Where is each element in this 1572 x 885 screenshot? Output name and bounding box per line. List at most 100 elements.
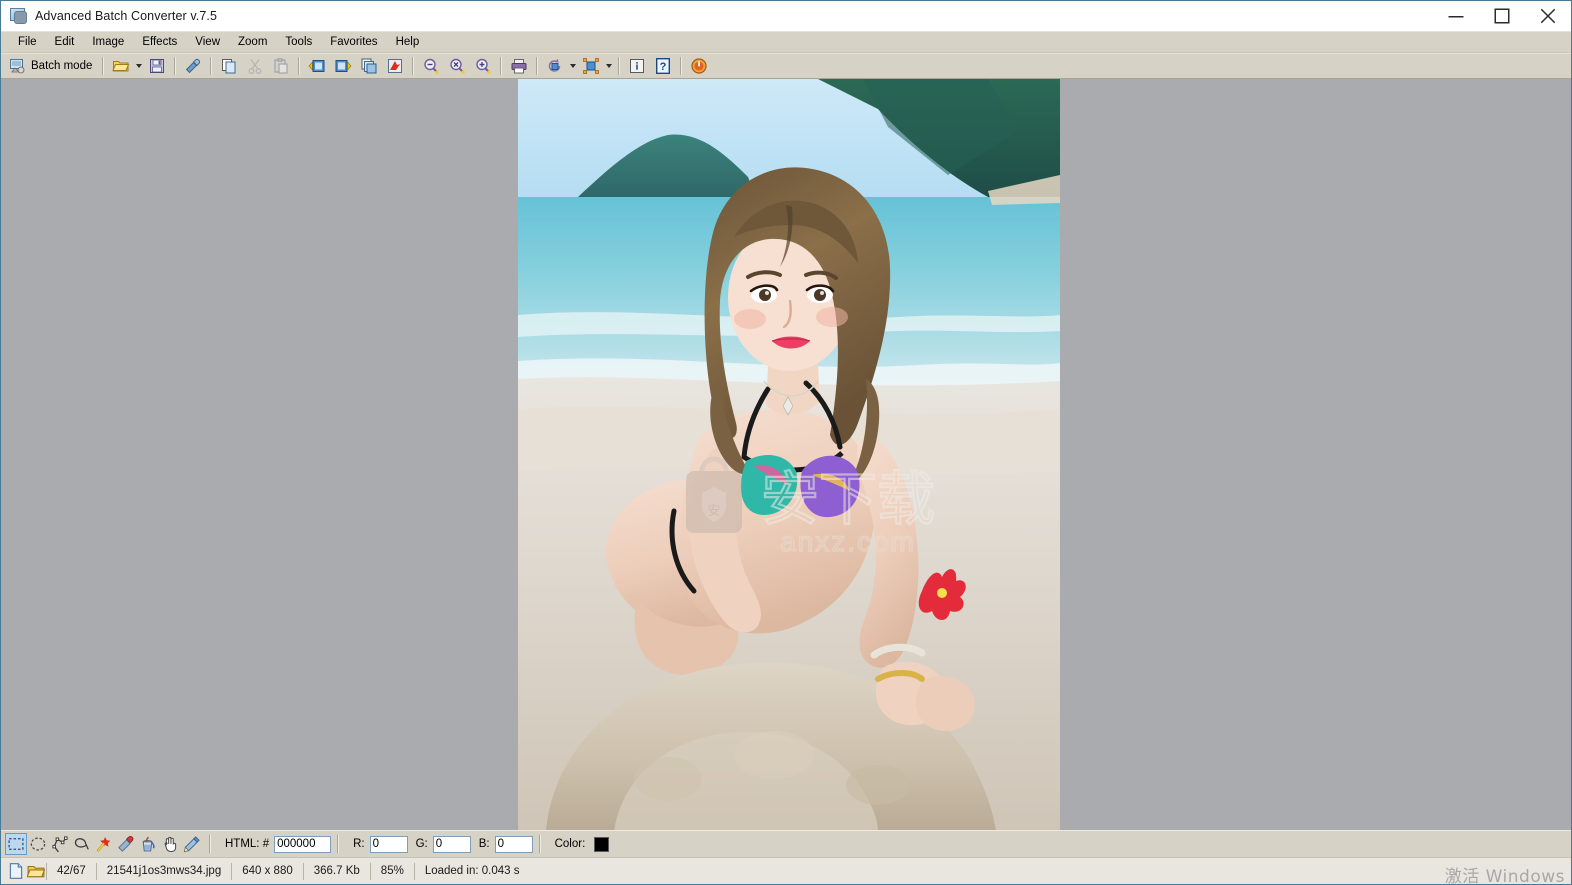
colorbar-separator: [538, 835, 541, 853]
window-controls: [1433, 1, 1571, 31]
batch-mode-button[interactable]: Batch mode: [5, 54, 98, 78]
red-label: R:: [353, 838, 365, 850]
open-button[interactable]: [108, 54, 134, 78]
duplicate-button[interactable]: [356, 54, 382, 78]
menu-view[interactable]: View: [186, 33, 229, 51]
toolbar-separator: [680, 56, 683, 75]
new-file-button[interactable]: [6, 861, 26, 881]
minimize-button[interactable]: [1433, 1, 1479, 31]
polygon-select-icon: [52, 836, 68, 853]
hand-icon: [164, 836, 177, 853]
color-picker-button[interactable]: [180, 54, 206, 78]
toolbar-separator: [500, 56, 503, 75]
rotate-button[interactable]: [542, 54, 568, 78]
menu-tools[interactable]: Tools: [276, 33, 321, 51]
maximize-icon: [1494, 8, 1510, 24]
menu-zoom[interactable]: Zoom: [229, 33, 276, 51]
green-input[interactable]: [432, 835, 471, 853]
image-filename: 21541j1os3mws34.jpg: [106, 865, 222, 877]
toolbar-separator: [174, 56, 177, 75]
open-dropdown-arrow[interactable]: [134, 64, 144, 68]
maximize-button[interactable]: [1479, 1, 1525, 31]
title-bar: Advanced Batch Converter v.7.5: [1, 1, 1571, 32]
zoom-level: 85%: [380, 865, 404, 877]
batch-converter-icon: [10, 7, 28, 25]
magic-wand-tool[interactable]: [93, 833, 115, 855]
pencil-icon: [183, 836, 200, 853]
red-input[interactable]: [369, 835, 408, 853]
rotate-icon: [549, 58, 561, 72]
paste-button[interactable]: [268, 54, 294, 78]
loaded-image[interactable]: 安 安下载 anxz.com: [518, 79, 1060, 830]
polygon-select-tool[interactable]: [49, 833, 71, 855]
close-button[interactable]: [1525, 1, 1571, 31]
zoom-in-icon: [476, 58, 492, 74]
window-title: Advanced Batch Converter v.7.5: [35, 9, 218, 23]
print-button[interactable]: [506, 54, 532, 78]
close-icon: [1540, 8, 1556, 24]
open-file-button[interactable]: [26, 861, 46, 881]
menu-edit[interactable]: Edit: [46, 33, 84, 51]
svg-text:?: ?: [660, 61, 667, 73]
zoom-actual-button[interactable]: [444, 54, 470, 78]
html-color-label: HTML: #: [225, 838, 270, 850]
image-canvas[interactable]: 安 安下载 anxz.com: [1, 79, 1571, 830]
next-image-icon: [335, 59, 352, 72]
toolbar-separator: [618, 56, 621, 75]
blue-label: B:: [478, 838, 490, 850]
hand-tool[interactable]: [159, 833, 181, 855]
lasso-select-tool[interactable]: [71, 833, 93, 855]
exit-icon: [691, 57, 707, 74]
menu-favorites[interactable]: Favorites: [321, 33, 386, 51]
next-image-button[interactable]: [330, 54, 356, 78]
batch-mode-icon: [10, 58, 25, 73]
previous-image-icon: [308, 59, 325, 72]
rotate-dropdown-arrow[interactable]: [568, 64, 578, 68]
cut-button[interactable]: [242, 54, 268, 78]
help-button[interactable]: ?: [650, 54, 676, 78]
refresh-button[interactable]: [382, 54, 408, 78]
save-button[interactable]: [144, 54, 170, 78]
windows-activation-watermark: 激活 Windows: [1444, 867, 1565, 885]
resize-button[interactable]: [578, 54, 604, 78]
rectangle-select-icon: [8, 838, 24, 850]
colorbar-separator: [209, 835, 211, 853]
color-tool-bar: HTML: # R: G: B: Color:: [1, 830, 1571, 857]
paint-bucket-icon: [142, 836, 155, 852]
menu-help[interactable]: Help: [387, 33, 429, 51]
duplicate-icon: [361, 58, 377, 73]
open-folder-icon: [27, 865, 45, 878]
eyedropper-tool[interactable]: [115, 833, 137, 855]
blue-input[interactable]: [494, 835, 533, 853]
html-color-input[interactable]: [274, 835, 332, 853]
application-window: Advanced Batch Converter v.7.5 File Edit…: [0, 0, 1572, 885]
batch-mode-label: Batch mode: [31, 59, 93, 72]
paste-icon: [274, 57, 288, 73]
zoom-out-icon: [424, 58, 440, 74]
paint-bucket-tool[interactable]: [137, 833, 159, 855]
resize-dropdown-arrow[interactable]: [604, 64, 614, 68]
rectangle-select-tool[interactable]: [5, 833, 27, 855]
info-button[interactable]: [624, 54, 650, 78]
pencil-tool[interactable]: [181, 833, 203, 855]
zoom-in-button[interactable]: [470, 54, 496, 78]
zoom-out-button[interactable]: [418, 54, 444, 78]
help-icon: ?: [656, 57, 671, 74]
cut-icon: [248, 58, 262, 74]
image-filesize: 366.7 Kb: [313, 865, 360, 877]
green-label: G:: [415, 838, 428, 850]
menu-file[interactable]: File: [9, 33, 46, 51]
color-swatch[interactable]: [594, 836, 610, 852]
svg-text:安: 安: [707, 504, 720, 519]
photo-render: 安 安下载 anxz.com: [518, 79, 1060, 830]
toolbar-separator: [536, 56, 539, 75]
new-file-icon: [9, 863, 23, 879]
menu-effects[interactable]: Effects: [133, 33, 186, 51]
menu-image[interactable]: Image: [83, 33, 133, 51]
copy-button[interactable]: [216, 54, 242, 78]
exit-button[interactable]: [686, 54, 712, 78]
ellipse-select-tool[interactable]: [27, 833, 49, 855]
eyedropper-icon: [118, 835, 134, 852]
minimize-icon: [1448, 16, 1464, 18]
previous-image-button[interactable]: [304, 54, 330, 78]
